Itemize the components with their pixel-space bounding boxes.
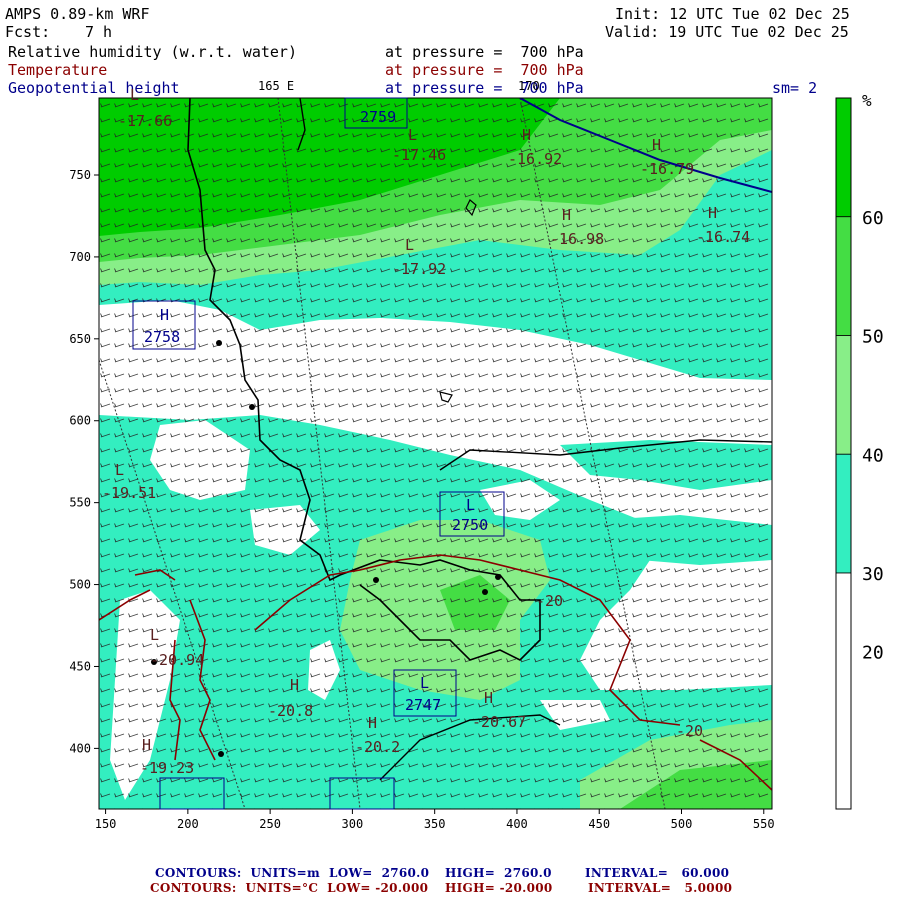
y-tick-label: 650	[69, 332, 91, 346]
colorbar-tick-label: 20	[862, 643, 884, 664]
temp-label-type: L	[115, 461, 124, 479]
x-tick-label: 400	[506, 817, 528, 831]
temp-label-type: H	[290, 676, 299, 694]
x-tick-label: 350	[424, 817, 446, 831]
temp-label-type: L	[150, 626, 159, 644]
station-dot	[495, 574, 501, 580]
colorbar-bin	[835, 453, 852, 574]
temp-label-value: -20.2	[355, 738, 400, 756]
footer-height-high: HIGH= 2760.0	[445, 866, 552, 880]
colorbar-bin	[835, 216, 852, 336]
temp-label-value: -16.74	[696, 228, 750, 246]
colorbar-tick-label: 60	[862, 208, 884, 229]
temp-label-type: H	[142, 736, 151, 754]
station-dot	[373, 577, 379, 583]
y-axis: 400 450 500 550 600 650 700 750	[69, 168, 99, 755]
colorbar	[835, 97, 852, 810]
colorbar-tick-label: 40	[862, 445, 884, 466]
temp-label-type: L	[405, 236, 414, 254]
temp-label-value: -16.98	[550, 230, 604, 248]
height-label-type: L	[466, 496, 475, 514]
height-label-value: 2759	[360, 108, 396, 126]
x-tick-label: 250	[259, 817, 281, 831]
footer-temp-high: HIGH= -20.000	[445, 881, 553, 895]
colorbar-ticks: 20 30 40 50 60	[862, 208, 884, 664]
x-tick-label: 450	[588, 817, 610, 831]
temp-label-type: H	[562, 206, 571, 224]
colorbar-unit: %	[862, 91, 872, 110]
station-dot	[482, 589, 488, 595]
x-tick-label: 550	[753, 817, 775, 831]
temp-label-type: H	[652, 136, 661, 154]
y-tick-label: 750	[69, 168, 91, 182]
station-dot	[218, 751, 224, 757]
colorbar-bin	[835, 572, 852, 810]
temp-label-value: -16.92	[508, 150, 562, 168]
colorbar-tick-label: 50	[862, 327, 884, 348]
x-tick-label: 300	[342, 817, 364, 831]
height-label-value: 2747	[405, 696, 441, 714]
footer-temp-interval: INTERVAL= 5.0000	[588, 881, 733, 895]
footer-contours-height: CONTOURS: UNITS=m LOW= 2760.0	[155, 866, 430, 880]
contour-value-label: -20	[676, 722, 703, 740]
station-dot	[216, 340, 222, 346]
temp-label-type: H	[484, 689, 493, 707]
temp-label-value: -19.23	[140, 759, 194, 777]
temp-label-type: L	[408, 126, 417, 144]
temp-label-value: -17.46	[392, 146, 446, 164]
temp-label-type: H	[368, 714, 377, 732]
colorbar-bin	[835, 97, 852, 218]
weather-map: H 2758 2759 L 2750 L 2747 L -17.66 L -17…	[69, 79, 884, 831]
temp-label-value: -20.67	[472, 713, 526, 731]
temp-label-value: -17.92	[392, 260, 446, 278]
colorbar-tick-label: 30	[862, 564, 884, 585]
longitude-label-170: 170	[518, 79, 540, 93]
colorbar-bin	[835, 335, 852, 455]
temp-label-value: -17.66	[118, 112, 172, 130]
temp-label-type: H	[708, 204, 717, 222]
y-tick-label: 600	[69, 414, 91, 428]
y-tick-label: 450	[69, 659, 91, 673]
station-dot	[249, 404, 255, 410]
height-label-value: 2758	[144, 328, 180, 346]
footer-contours-temp: CONTOURS: UNITS=°C LOW= -20.000	[150, 881, 429, 895]
y-tick-label: 500	[69, 578, 91, 592]
height-label-type: H	[160, 306, 169, 324]
height-label-value: 2750	[452, 516, 488, 534]
temp-label-value: -16.79	[640, 160, 694, 178]
x-axis: 150 200 250 300 350 400 450 500 550	[95, 809, 775, 831]
temp-label-type: L	[130, 86, 139, 104]
x-tick-label: 150	[95, 817, 117, 831]
y-tick-label: 400	[69, 741, 91, 755]
temp-label-value: -20.8	[268, 702, 313, 720]
x-tick-label: 200	[177, 817, 199, 831]
x-tick-label: 500	[671, 817, 693, 831]
y-tick-label: 700	[69, 250, 91, 264]
footer-height-interval: INTERVAL= 60.000	[585, 866, 730, 880]
y-tick-label: 550	[69, 496, 91, 510]
temp-label-value: -20.94	[150, 651, 204, 669]
longitude-label-165e: 165 E	[258, 79, 294, 93]
temp-label-type: H	[522, 126, 531, 144]
temp-label-value: -19.51	[102, 484, 156, 502]
contour-value-label: -20	[536, 592, 563, 610]
height-label-type: L	[420, 674, 429, 692]
